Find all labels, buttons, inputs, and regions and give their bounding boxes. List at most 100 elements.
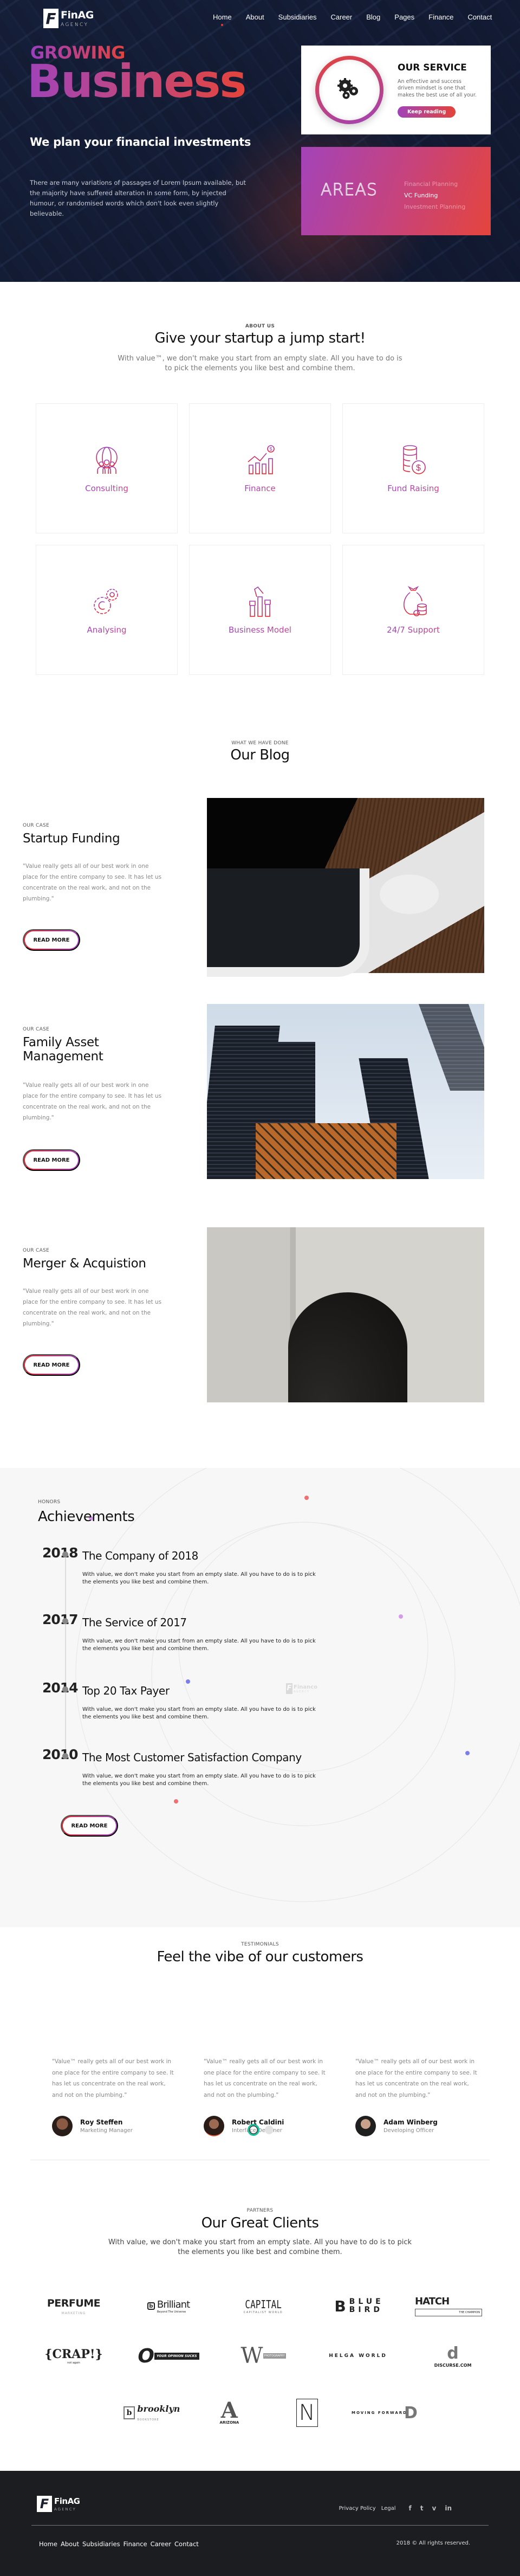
legal-link[interactable]: Legal xyxy=(381,2506,396,2511)
achievement-text: With value, we don't make you start from… xyxy=(82,1638,316,1652)
pager-dot-active[interactable] xyxy=(248,2124,259,2136)
client-logo-arizona[interactable]: A ARIZONA xyxy=(191,2394,267,2432)
achievement-year: 2018 xyxy=(42,1545,79,1561)
service-tile-fund-raising[interactable]: $ Fund Raising xyxy=(342,403,484,533)
client-logo-your-opinion-sucks[interactable]: O YOUR OPINION SUCKS xyxy=(131,2341,206,2371)
footer-logo[interactable]: F FinAG AGENCY xyxy=(37,2496,80,2512)
service-ring xyxy=(315,56,384,124)
achievements-section: HONORS Achievements 2018 The Company of … xyxy=(0,1468,520,1927)
client-logo-helga-world[interactable]: HELGA WORLD xyxy=(320,2341,396,2371)
service-label: Finance xyxy=(244,484,276,493)
area-item[interactable]: Investment Planning xyxy=(404,201,465,212)
client-logo-crap[interactable]: {CRAP!} not again xyxy=(36,2341,112,2371)
footer-nav-contact[interactable]: Contact xyxy=(174,2540,199,2548)
areas-card: AREAS Financial Planning VC Funding Inve… xyxy=(301,147,491,235)
achievements-kicker: HONORS xyxy=(38,1499,61,1505)
nav-subsidiaries[interactable]: Subsidiaries xyxy=(271,13,324,21)
facebook-icon[interactable]: f xyxy=(409,2504,412,2512)
footer-nav-subsidiaries[interactable]: Subsidiaries xyxy=(82,2540,120,2548)
orbit-dot xyxy=(399,1614,403,1619)
timeline-dot xyxy=(62,1753,68,1759)
area-item-active[interactable]: VC Funding xyxy=(404,190,465,201)
client-logo-perfume[interactable]: PERFUME MARKETING xyxy=(36,2291,112,2321)
chart-growth-icon: $ xyxy=(246,445,275,474)
keep-reading-button[interactable]: Keep reading xyxy=(398,106,456,118)
post-text: "Value really gets all of our best work … xyxy=(23,1082,162,1121)
areas-title: AREAS xyxy=(321,181,378,200)
testimonial-name: Adam Winberg xyxy=(384,2118,438,2126)
achievement-title: The Company of 2018 xyxy=(82,1549,198,1562)
globe-people-icon xyxy=(96,447,118,474)
testimonials-title: Feel the vibe of our customers xyxy=(157,1949,363,1965)
post-kicker: OUR CASE xyxy=(23,1248,50,1253)
client-logo-neon-demon[interactable]: N xyxy=(269,2394,345,2432)
service-tile-consulting[interactable]: Consulting xyxy=(36,403,178,533)
avatar xyxy=(52,2116,73,2136)
service-tile-support[interactable]: 24/7 Support xyxy=(342,545,484,675)
footer-nav-career[interactable]: Career xyxy=(151,2540,171,2548)
brand-name: FinAG xyxy=(61,9,94,21)
client-logo-row: PERFUME MARKETING b Brilliant Beyond The Un… xyxy=(36,2291,491,2321)
footer-nav-home[interactable]: Home xyxy=(39,2540,57,2548)
post-image-skyscrapers[interactable] xyxy=(207,1004,484,1179)
area-item[interactable]: Financial Planning xyxy=(404,178,465,190)
client-logo-hatch[interactable]: HATCH THE CHAMPION xyxy=(415,2291,491,2321)
footer-links: Privacy Policy Legal f t v in xyxy=(339,2504,452,2512)
brand-logo[interactable]: F FinAG AGENCY xyxy=(43,9,94,28)
achievement-title: The Most Customer Satisfaction Company xyxy=(82,1751,302,1764)
post-text: "Value really gets all of our best work … xyxy=(23,1288,162,1327)
service-tile-business-model[interactable]: Business Model xyxy=(189,545,331,675)
timeline-line xyxy=(65,1555,66,1759)
testimonial-quote: "Value™ really gets all of our best work… xyxy=(355,2058,477,2098)
about-kicker: ABOUT US xyxy=(245,324,275,329)
testimonial-card: "Value™ really gets all of our best work… xyxy=(52,2056,177,2136)
post-image-desk[interactable] xyxy=(207,798,484,977)
nav-finance[interactable]: Finance xyxy=(421,13,460,21)
svg-text:$: $ xyxy=(270,447,272,452)
privacy-policy-link[interactable]: Privacy Policy xyxy=(339,2506,376,2511)
achievements-read-more-button[interactable]: READ MORE xyxy=(61,1815,118,1837)
services-grid: Consulting $ Finance $ Fund Raising Anal… xyxy=(36,403,484,675)
read-more-button[interactable]: READ MORE xyxy=(23,1354,80,1376)
client-logo-discurse[interactable]: d DISCURSE.COM xyxy=(415,2341,491,2371)
post-title[interactable]: Merger & Acquistion xyxy=(23,1257,185,1271)
nav-career[interactable]: Career xyxy=(324,13,360,21)
linkedin-icon[interactable]: in xyxy=(445,2504,452,2512)
footer: F FinAG AGENCY Privacy Policy Legal f t … xyxy=(0,2471,520,2576)
post-title[interactable]: Family Asset Management xyxy=(23,1035,164,1064)
client-logo-moving-forward[interactable]: MOVING FORWARD D xyxy=(347,2398,422,2428)
nav-pages[interactable]: Pages xyxy=(387,13,421,21)
testimonial-card: "Value™ really gets all of our best work… xyxy=(355,2056,480,2136)
footer-nav-finance[interactable]: Finance xyxy=(123,2540,147,2548)
achievement-title: The Service of 2017 xyxy=(82,1616,187,1629)
client-logo-w-photography[interactable]: W PHOTOGRAPHY xyxy=(225,2341,301,2371)
nav-contact[interactable]: Contact xyxy=(460,13,499,21)
pager-dot[interactable] xyxy=(265,2126,274,2134)
nav-blog[interactable]: Blog xyxy=(359,13,387,21)
gears-icon xyxy=(94,589,118,614)
service-label: 24/7 Support xyxy=(387,625,440,635)
blog-title: Our Blog xyxy=(230,747,290,763)
hero-tagline: We plan your financial investments xyxy=(30,136,251,149)
service-text: An effective and success driven mindset … xyxy=(398,78,477,98)
avatar xyxy=(355,2116,376,2136)
twitter-icon[interactable]: t xyxy=(420,2504,424,2512)
service-tile-analysing[interactable]: Analysing xyxy=(36,545,178,675)
read-more-button[interactable]: READ MORE xyxy=(23,1149,80,1171)
nav-about[interactable]: About xyxy=(239,13,271,21)
client-logo-capital[interactable]: CAPITAL CAPITALIST WORLD xyxy=(225,2291,301,2321)
post-title[interactable]: Startup Funding xyxy=(23,832,164,846)
post-image-corridor[interactable] xyxy=(207,1227,484,1402)
vimeo-icon[interactable]: v xyxy=(432,2504,437,2512)
client-logo-bluebird[interactable]: B BLUE BIRD xyxy=(320,2291,396,2321)
read-more-button[interactable]: READ MORE xyxy=(23,929,80,951)
client-logo-brilliant[interactable]: b Brilliant Beyond The Universe xyxy=(131,2291,206,2321)
client-logo-brooklyn[interactable]: b brooklyn BOOKSTORE xyxy=(114,2398,190,2428)
service-card: OUR SERVICE An effective and success dri… xyxy=(301,46,491,134)
footer-nav-about[interactable]: About xyxy=(61,2540,79,2548)
client-logo-row: b brooklyn BOOKSTORE A ARIZONA N MOVING FOR… xyxy=(114,2394,422,2432)
nav-home[interactable]: Home xyxy=(206,13,239,21)
service-label: Analysing xyxy=(87,625,127,635)
orbit-dot xyxy=(186,1679,190,1684)
service-tile-finance[interactable]: $ Finance xyxy=(189,403,331,533)
